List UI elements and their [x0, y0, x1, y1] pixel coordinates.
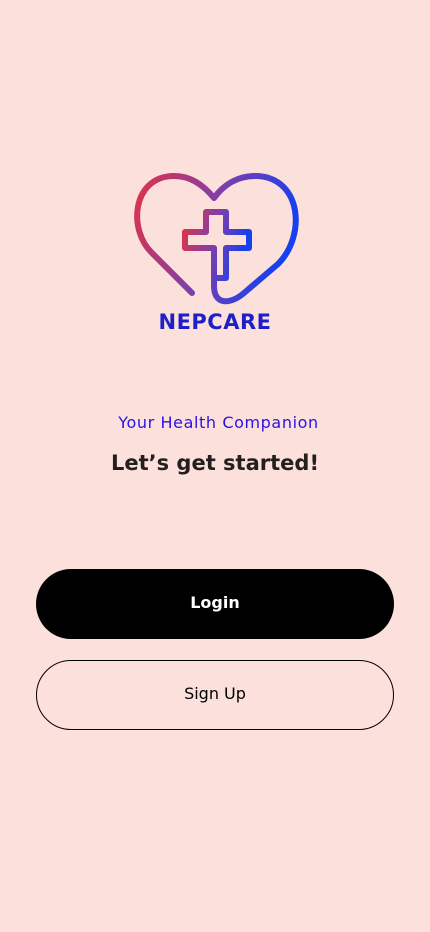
sign-up-button[interactable]: Sign Up: [36, 660, 394, 730]
page-title: Let’s get started!: [110, 451, 320, 475]
tagline: Your Health Companion: [118, 413, 319, 432]
login-button[interactable]: Login: [36, 569, 394, 639]
brand-name: NEPCARE: [158, 310, 272, 334]
heart-cross-icon: [128, 168, 310, 310]
